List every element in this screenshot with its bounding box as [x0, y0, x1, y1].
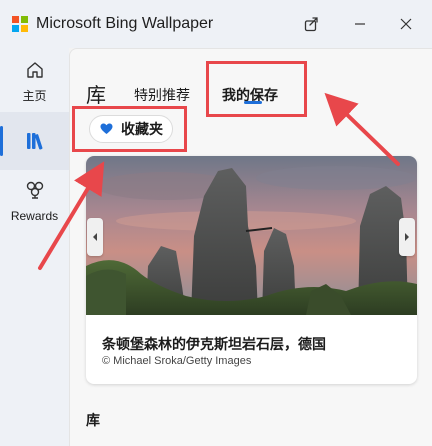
page-title: 库 [86, 85, 106, 107]
favorites-button[interactable]: 收藏夹 [89, 115, 173, 143]
library-section-heading: 库 [86, 412, 100, 428]
next-image-button[interactable] [399, 218, 415, 256]
nav-item-home[interactable]: 主页 [0, 60, 69, 110]
nav-item-rewards-label: Rewards [10, 209, 59, 223]
title-bar: Microsoft Bing Wallpaper [0, 0, 432, 48]
wallpaper-image [86, 156, 417, 315]
tab-featured[interactable]: 特别推荐 [134, 85, 190, 105]
wallpaper-credit: © Michael Sroka/Getty Images [102, 355, 252, 367]
nav-selected-indicator [0, 126, 3, 156]
library-icon [26, 133, 42, 150]
previous-image-button[interactable] [87, 218, 103, 256]
rewards-trophy-icon [26, 181, 43, 199]
nav-item-home-label: 主页 [22, 89, 47, 103]
share-icon [304, 17, 318, 32]
nav-item-rewards[interactable]: Rewards [0, 180, 69, 230]
minimize-button[interactable] [344, 8, 376, 40]
favorites-button-label: 收藏夹 [121, 121, 163, 137]
close-button[interactable] [390, 8, 422, 40]
wallpaper-title: 条顿堡森林的伊克斯坦岩石层，德国 [102, 336, 326, 352]
home-icon [26, 62, 43, 78]
window-title: Microsoft Bing Wallpaper [36, 15, 214, 32]
main-pane: 库 特别推荐 我的保存 收藏夹 条顿堡森林的伊克斯坦岩石层，德国 © Micha… [69, 48, 432, 446]
share-button[interactable] [296, 8, 328, 40]
app-logo-icon [12, 16, 28, 32]
nav-rail: 主页 Rewards [0, 48, 69, 446]
nav-item-library[interactable] [0, 112, 69, 170]
heart-icon [100, 123, 113, 134]
minimize-icon [355, 23, 365, 25]
chevron-right-icon [405, 233, 409, 241]
close-icon [400, 18, 412, 30]
tab-active-indicator [244, 101, 262, 104]
wallpaper-card[interactable]: 条顿堡森林的伊克斯坦岩石层，德国 © Michael Sroka/Getty I… [86, 156, 417, 384]
chevron-left-icon [93, 233, 97, 241]
